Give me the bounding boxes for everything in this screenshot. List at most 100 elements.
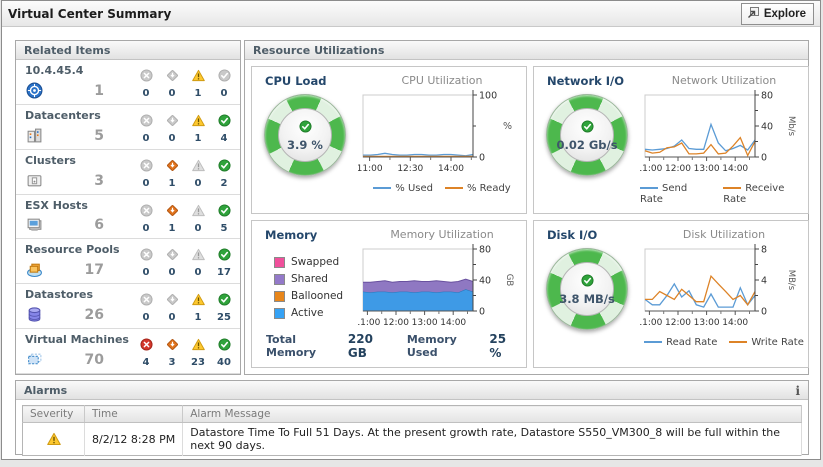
- resourcepool-icon: [26, 261, 43, 278]
- quadrant-grid: CPU Load 3.9 % CPU Utilization 0100%11:0…: [245, 60, 808, 374]
- status-warning[interactable]: 0: [185, 157, 211, 189]
- related-item-row-datastore[interactable]: Datastores2600125: [16, 284, 240, 329]
- status-fatal[interactable]: 0: [133, 291, 159, 323]
- critical-status-icon: [166, 67, 179, 86]
- disk-utilization-chart[interactable]: 048MB/s11:0012:0013:0014:00: [640, 241, 808, 339]
- status-warning[interactable]: 0: [185, 202, 211, 234]
- status-fatal[interactable]: 0: [133, 112, 159, 144]
- fatal-count: 0: [143, 178, 150, 189]
- normal-count: 17: [217, 267, 231, 278]
- svg-text:14:00: 14:00: [722, 318, 748, 328]
- status-normal[interactable]: 2: [211, 157, 237, 189]
- status-critical[interactable]: 1: [159, 157, 185, 189]
- fatal-status-icon: [140, 202, 153, 221]
- status-critical[interactable]: 0: [159, 291, 185, 323]
- status-normal[interactable]: 4: [211, 112, 237, 144]
- related-item-row-datacenter[interactable]: Datacenters50014: [16, 105, 240, 150]
- cpu-utilization-chart[interactable]: 0100%11:0012:3014:00: [358, 87, 526, 185]
- resource-utilizations-title: Resource Utilizations: [253, 44, 384, 59]
- disk-io-gauge[interactable]: 3.8 MB/s: [546, 248, 628, 330]
- status-normal[interactable]: 5: [211, 202, 237, 234]
- fatal-count: 0: [143, 223, 150, 234]
- status-warning[interactable]: 23: [185, 336, 211, 368]
- related-items-rows: 10.4.45.410010Datacenters50014Clusters30…: [16, 60, 240, 374]
- critical-count: 1: [169, 178, 176, 189]
- related-item-row-host[interactable]: ESX Hosts60105: [16, 195, 240, 240]
- status-fatal[interactable]: 0: [133, 67, 159, 99]
- related-item-count: 1: [60, 83, 104, 99]
- warning-status-icon: [192, 112, 205, 131]
- status-fatal[interactable]: 0: [133, 157, 159, 189]
- related-item-row-vm[interactable]: Virtual Machines70432340: [16, 329, 240, 374]
- cpu-load-gauge[interactable]: 3.9 %: [264, 94, 346, 176]
- disk-quadrant: Disk I/O 3.8 MB/s Disk Utilization 048MB…: [533, 220, 809, 368]
- critical-status-icon: [166, 336, 179, 355]
- legend-label: Swapped: [291, 256, 339, 268]
- related-item-row-vcenter[interactable]: 10.4.45.410010: [16, 60, 240, 105]
- alarm-message: Datastore Time To Full 51 Days. At the p…: [183, 423, 802, 456]
- status-critical[interactable]: 1: [159, 202, 185, 234]
- related-item-row-cluster[interactable]: Clusters30102: [16, 150, 240, 195]
- status-fatal[interactable]: 0: [133, 202, 159, 234]
- svg-text:Mb/s: Mb/s: [786, 116, 796, 137]
- total-memory-value: 220 GB: [348, 332, 390, 360]
- status-critical[interactable]: 3: [159, 336, 185, 368]
- status-normal[interactable]: 40: [211, 336, 237, 368]
- normal-status-icon: [218, 202, 231, 221]
- explore-button[interactable]: Explore: [741, 3, 814, 25]
- related-items-panel: Related Items 10.4.45.410010Datacenters5…: [15, 40, 241, 375]
- status-critical[interactable]: 0: [159, 246, 185, 278]
- status-critical[interactable]: 0: [159, 112, 185, 144]
- svg-text:MB/s: MB/s: [786, 270, 796, 291]
- svg-text:0: 0: [479, 153, 485, 164]
- svg-text:4: 4: [761, 276, 767, 287]
- normal-status-icon: [218, 291, 231, 310]
- fatal-count: 4: [143, 357, 150, 368]
- alarms-tbody: 8/2/12 8:28 PMDatastore Time To Full 51 …: [23, 423, 802, 456]
- cpu-quadrant: CPU Load 3.9 % CPU Utilization 0100%11:0…: [251, 66, 527, 214]
- virtual-center-summary-page: Virtual Center Summary Explore Related I…: [0, 0, 823, 467]
- status-normal[interactable]: 17: [211, 246, 237, 278]
- warning-status-icon: [192, 67, 205, 86]
- status-fatal[interactable]: 4: [133, 336, 159, 368]
- warning-count: 0: [195, 223, 202, 234]
- warning-status-icon: [192, 202, 205, 221]
- status-group: 00125: [133, 291, 237, 323]
- status-warning[interactable]: 0: [185, 246, 211, 278]
- normal-count: 4: [221, 133, 228, 144]
- status-normal[interactable]: 25: [211, 291, 237, 323]
- datastore-icon: [26, 306, 43, 323]
- legend-item: Send Rate: [640, 183, 711, 205]
- status-critical[interactable]: 0: [159, 67, 185, 99]
- network-io-gauge[interactable]: 0.02 Gb/s: [546, 94, 628, 176]
- alarm-row[interactable]: 8/2/12 8:28 PMDatastore Time To Full 51 …: [23, 423, 802, 456]
- legend-item: Receive Rate: [723, 183, 808, 205]
- related-item-row-resourcepool[interactable]: Resource Pools1700017: [16, 239, 240, 284]
- status-fatal[interactable]: 0: [133, 246, 159, 278]
- title-bar: Virtual Center Summary Explore: [2, 1, 820, 27]
- critical-count: 0: [169, 312, 176, 323]
- warning-count: 0: [195, 267, 202, 278]
- status-group: 010 5: [133, 202, 237, 234]
- status-normal[interactable]: 0: [211, 67, 237, 99]
- status-warning[interactable]: 1: [185, 112, 211, 144]
- info-icon[interactable]: i: [795, 384, 800, 399]
- status-warning[interactable]: 1: [185, 291, 211, 323]
- legend-item: % Used: [373, 183, 433, 194]
- normal-count: 5: [221, 223, 228, 234]
- memory-utilization-chart[interactable]: 04080GB11:0012:0013:0014:00: [358, 241, 526, 339]
- cpu-load-value: 3.9 %: [287, 138, 323, 152]
- legend-swatch: [274, 291, 285, 302]
- normal-count: 0: [221, 88, 228, 99]
- status-warning[interactable]: 1: [185, 67, 211, 99]
- network-utilization-chart[interactable]: 04080Mb/s11:0012:0013:0014:00: [640, 87, 808, 185]
- fatal-status-icon: [140, 67, 153, 86]
- critical-count: 3: [169, 357, 176, 368]
- disk-chart-title: Disk Utilization: [683, 228, 765, 241]
- cpu-load-title: CPU Load: [265, 74, 326, 88]
- svg-text:%: %: [503, 121, 512, 132]
- legend-line-swatch: [729, 341, 747, 343]
- legend-label: Shared: [291, 273, 328, 285]
- warning-status-icon: [192, 157, 205, 176]
- memory-used-value: 25 %: [489, 332, 518, 360]
